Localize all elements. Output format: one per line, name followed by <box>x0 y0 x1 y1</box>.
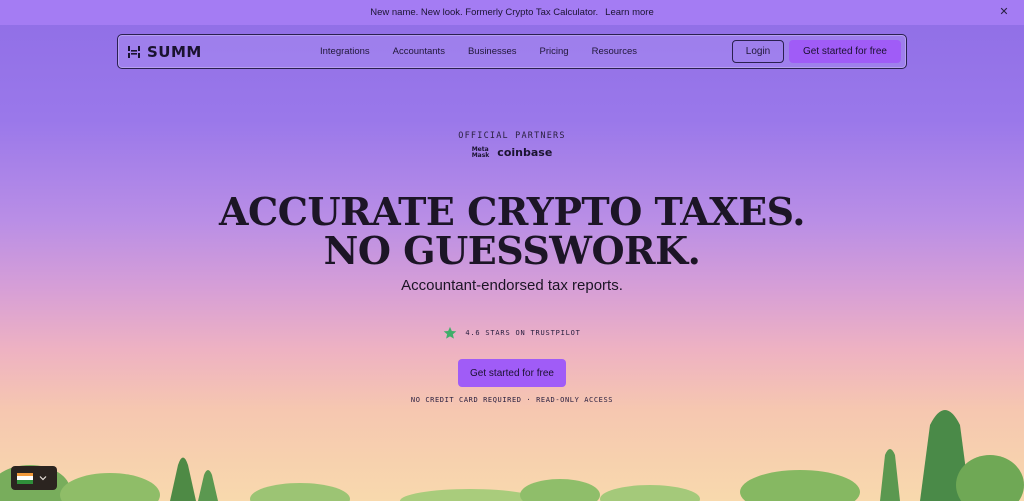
hero-subhead: Accountant-endorsed tax reports. <box>401 277 623 294</box>
nav-item-businesses[interactable]: Businesses <box>468 46 517 57</box>
logo-text: SUMM <box>147 43 202 61</box>
language-selector[interactable] <box>11 466 57 490</box>
trustpilot-rating[interactable]: 4.6 STARS ON TRUSTPILOT <box>0 326 1024 340</box>
announcement-bar: New name. New look. Formerly Crypto Tax … <box>0 0 1024 25</box>
nav-item-accountants[interactable]: Accountants <box>393 46 445 57</box>
rating-text: 4.6 STARS ON TRUSTPILOT <box>465 329 581 337</box>
nav-item-pricing[interactable]: Pricing <box>540 46 569 57</box>
headline-line-1: ACCURATE CRYPTO TAXES. <box>219 189 805 234</box>
main-nav: SUMM Integrations Accountants Businesses… <box>117 34 907 69</box>
login-button[interactable]: Login <box>732 40 784 63</box>
logo[interactable]: SUMM <box>127 43 202 61</box>
metamask-line2: Mask <box>471 151 490 159</box>
headline-line-2: NO GUESSWORK. <box>323 228 701 273</box>
metamask-logo: Meta Mask <box>471 146 490 159</box>
hero-get-started-button[interactable]: Get started for free <box>458 359 566 387</box>
summ-logo-icon <box>128 46 140 58</box>
coinbase-logo: coinbase <box>497 146 553 159</box>
india-flag-icon <box>17 472 33 484</box>
chevron-down-icon <box>39 476 47 481</box>
announcement-message: New name. New look. Formerly Crypto Tax … <box>370 7 599 18</box>
learn-more-link[interactable]: Learn more <box>605 7 654 18</box>
hero-headline: ACCURATE CRYPTO TAXES. NO GUESSWORK. <box>0 192 1024 270</box>
nav-get-started-button[interactable]: Get started for free <box>789 40 901 63</box>
partners-label: OFFICIAL PARTNERS <box>458 131 566 141</box>
trustpilot-star-icon <box>444 326 457 339</box>
nav-item-integrations[interactable]: Integrations <box>320 46 370 57</box>
close-icon[interactable]: ✕ <box>998 6 1010 18</box>
nav-menu: Integrations Accountants Businesses Pric… <box>320 35 660 68</box>
decorative-trees <box>0 410 1024 501</box>
nav-item-resources[interactable]: Resources <box>592 46 637 57</box>
partner-logos: Meta Mask coinbase <box>0 146 1024 159</box>
